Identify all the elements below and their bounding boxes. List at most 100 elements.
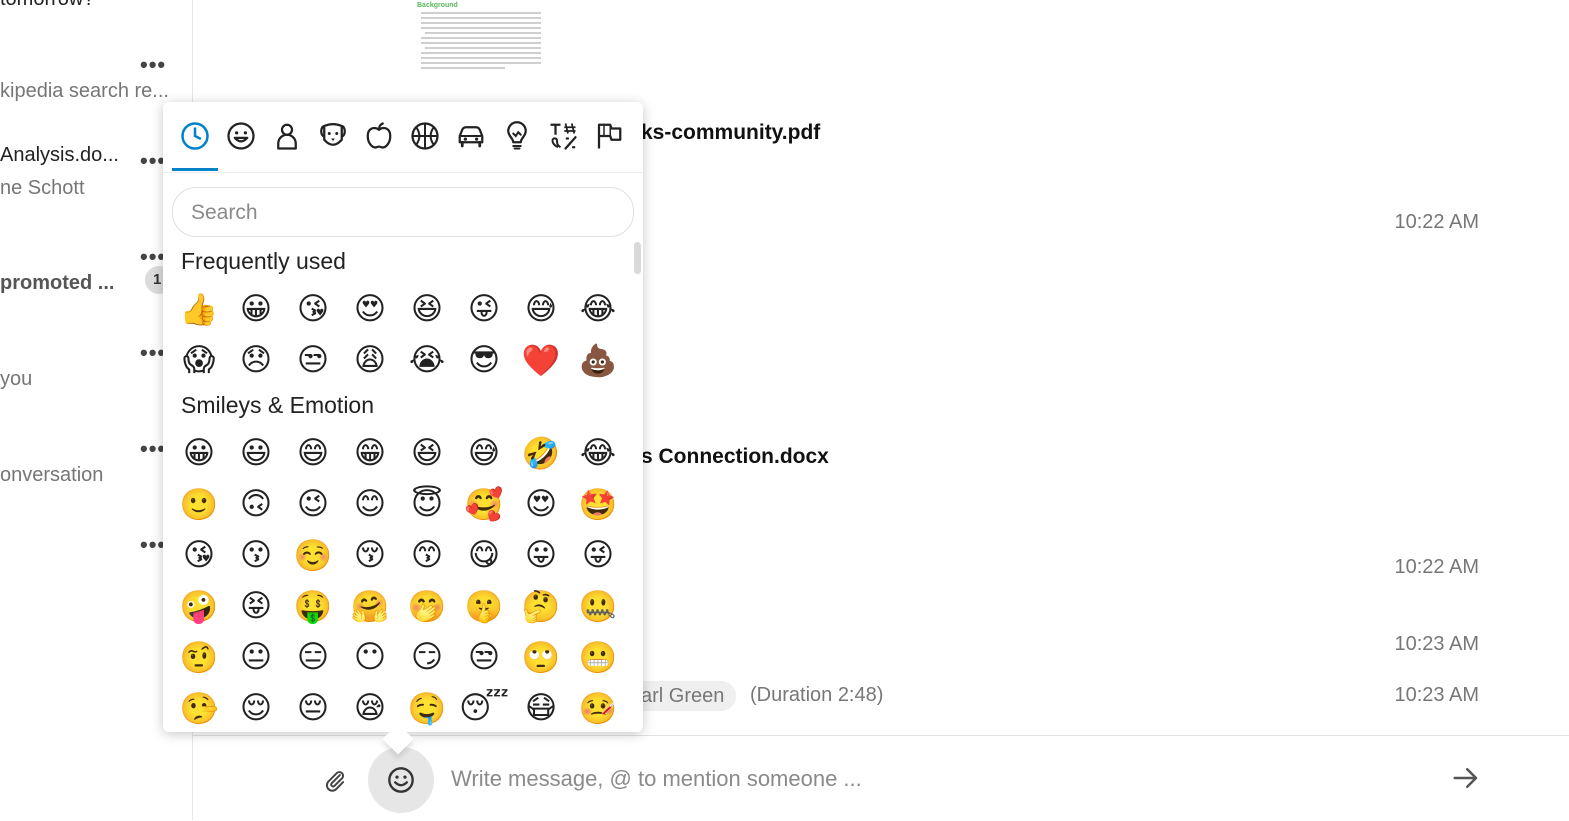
emoji-button[interactable]: ❤️ [517,336,565,384]
emoji-picker-button[interactable] [368,747,434,813]
emoji-button[interactable]: 😅 [460,429,508,477]
emoji-button[interactable]: 😐 [232,633,280,681]
basketball-icon [411,122,439,150]
send-button[interactable] [1448,760,1484,796]
emoji-button[interactable]: 😇 [403,480,451,528]
emoji-button[interactable]: 😔 [289,684,337,732]
emoji-button[interactable]: 🤭 [403,582,451,630]
emoji-button[interactable]: 😜 [574,531,622,579]
emoji-button[interactable]: 🤔 [517,582,565,630]
emoji-button[interactable]: 😂 [574,429,622,477]
emoji-button[interactable]: 😏 [403,633,451,681]
conversation-snippet: promoted ... [0,272,115,294]
conversation-menu-button[interactable]: ••• [140,52,166,78]
emoji-button[interactable]: 🤥 [175,684,223,732]
emoji-button[interactable]: 🙂 [175,480,223,528]
conversation-snippet: ne Schott [0,177,85,199]
emoji-button[interactable]: 😊 [346,480,394,528]
file-name-link[interactable]: ks-community.pdf [641,121,820,145]
emoji-button[interactable]: 😗 [232,531,280,579]
emoji-picker: Frequently used 👍😀😘😍😆😜😅😂😱😞😒😩😭😎❤️💩 Smiley… [163,102,643,755]
emoji-button[interactable]: 😷 [517,684,565,732]
emoji-button[interactable]: 😂 [574,285,622,333]
emoji-button[interactable]: 🤪 [175,582,223,630]
emoji-button[interactable]: 💩 [574,336,622,384]
conversation-snippet: onversation [0,464,104,486]
emoji-button[interactable]: 😆 [403,285,451,333]
category-tab-symbols[interactable] [543,116,583,156]
emoji-button[interactable]: 😜 [460,285,508,333]
emoji-category-bar [163,102,643,173]
emoji-button[interactable]: 😴 [459,684,509,732]
emoji-button[interactable]: 😩 [346,336,394,384]
emoji-button[interactable]: 😄 [289,429,337,477]
emoji-button[interactable]: 😅 [517,285,565,333]
emoji-button[interactable]: 🥰 [460,480,508,528]
emoji-button[interactable]: ☺️ [289,531,337,579]
dog-icon [320,123,346,146]
category-tab-recent[interactable] [172,116,218,171]
emoji-button[interactable]: 🤫 [460,582,508,630]
emoji-row: 👍 😀 😘 😍 😆 😜 😅 😂 [163,285,643,336]
category-tab-activities[interactable] [405,116,445,156]
emoji-button[interactable]: 😱 [175,336,223,384]
category-tab-travel[interactable] [451,116,491,156]
emoji-button[interactable]: 😒 [460,633,508,681]
emoji-button[interactable]: 😀 [232,285,280,333]
category-tab-objects[interactable] [497,116,537,156]
emoji-button[interactable]: 😎 [460,336,508,384]
emoji-button[interactable]: 🙃 [232,480,280,528]
emoji-button[interactable]: 🤨 [175,633,223,681]
emoji-button[interactable]: 😞 [232,336,280,384]
category-tab-food[interactable] [359,116,399,156]
emoji-button[interactable]: 🙄 [517,633,565,681]
emoji-button[interactable]: 😍 [346,285,394,333]
emoji-button[interactable]: 🤣 [517,429,565,477]
emoji-button[interactable]: 🤑 [289,582,337,630]
emoji-button[interactable]: 😘 [175,531,223,579]
file-name-link[interactable]: s Connection.docx [641,445,829,469]
emoji-button[interactable]: 😪 [346,684,394,732]
emoji-button[interactable]: 😬 [574,633,622,681]
emoji-button[interactable]: 🤗 [346,582,394,630]
emoji-button[interactable]: 🤒 [574,684,622,732]
emoji-button[interactable]: 😝 [232,582,280,630]
emoji-search-field[interactable] [172,187,634,237]
emoji-button[interactable]: 😀 [175,429,223,477]
emoji-button[interactable]: 🤤 [403,684,451,732]
message-input[interactable] [449,756,1353,802]
emoji-button[interactable]: 😌 [232,684,280,732]
emoji-button[interactable]: 😶 [346,633,394,681]
symbols-icon [550,123,577,150]
conversation-item[interactable]: tomorrow? [0,0,192,28]
emoji-button[interactable]: 🤐 [574,582,622,630]
category-tab-people[interactable] [267,116,307,156]
emoji-button[interactable]: 😑 [289,633,337,681]
emoji-row: 🤪 😝 🤑 🤗 🤭 🤫 🤔 🤐 [163,582,643,633]
category-tab-smileys[interactable] [221,116,261,156]
category-tab-animals[interactable] [313,116,353,156]
emoji-button[interactable]: 😃 [232,429,280,477]
file-preview-thumbnail[interactable]: Background [415,0,545,72]
emoji-button[interactable]: 👍 [175,285,223,333]
emoji-button[interactable]: 😆 [403,429,451,477]
lightbulb-icon [507,121,527,150]
emoji-button[interactable]: 😘 [289,285,337,333]
emoji-button[interactable]: 😒 [289,336,337,384]
emoji-button[interactable]: 😛 [517,531,565,579]
attach-button[interactable] [320,766,350,796]
emoji-button[interactable]: 😋 [460,531,508,579]
emoji-button[interactable]: 😭 [403,336,451,384]
emoji-list-scrollbar[interactable] [634,242,641,274]
emoji-button[interactable]: 😚 [346,531,394,579]
emoji-button[interactable]: 😍 [517,480,565,528]
emoji-button[interactable]: 😉 [289,480,337,528]
emoji-button[interactable]: 🤩 [574,480,622,528]
section-title-smileys: Smileys & Emotion [181,392,375,418]
emoji-search-input[interactable] [189,196,613,230]
emoji-button[interactable]: 😙 [403,531,451,579]
category-tab-flags[interactable] [589,116,629,156]
emoji-button[interactable]: 😁 [346,429,394,477]
conversation-snippet: you [0,368,33,390]
apple-icon [366,122,392,149]
